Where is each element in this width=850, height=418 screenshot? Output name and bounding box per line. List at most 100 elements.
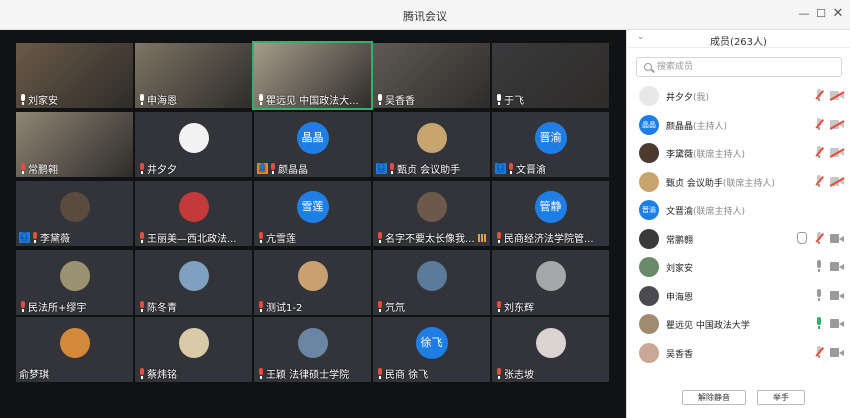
raise-hand-button[interactable]: 举手	[757, 390, 805, 405]
member-name-label: 吴香香	[666, 347, 693, 360]
camera-icon[interactable]	[830, 262, 844, 271]
search-input[interactable]	[657, 60, 837, 74]
participant-tile[interactable]: 蔡炜铭	[135, 317, 252, 382]
mic-muted-icon	[138, 301, 146, 312]
camera-icon[interactable]	[830, 319, 844, 328]
participant-name-label: 亢雪莲	[257, 231, 296, 244]
mic-muted-icon	[376, 301, 384, 312]
member-row[interactable]: 常鹏翱	[627, 225, 850, 253]
participant-name-label: 👤 李黛薇	[19, 231, 70, 244]
camera-off-icon[interactable]	[829, 148, 845, 158]
mic-muted-icon[interactable]	[815, 174, 824, 187]
participant-tile[interactable]: 于飞	[492, 43, 609, 108]
participant-name: 陈冬青	[147, 303, 177, 313]
participant-tile[interactable]: 👤 李黛薇	[16, 181, 133, 246]
participant-tile[interactable]: 井夕夕	[135, 112, 252, 177]
camera-icon[interactable]	[830, 290, 844, 300]
participant-name-label: 张志坡	[495, 367, 534, 380]
raised-hand-icon	[797, 231, 807, 244]
member-panel-header: ⌄ 成员(263人)	[627, 30, 850, 48]
participant-tile[interactable]: 氕氘	[373, 250, 490, 315]
mic-muted-icon	[495, 368, 503, 379]
participant-tile[interactable]: 👤 甄贞 会议助手	[373, 112, 490, 177]
member-row[interactable]: 刘家安	[627, 253, 850, 281]
mic-muted-icon	[19, 301, 27, 312]
mic-muted-icon[interactable]	[815, 146, 824, 158]
participant-name: 民法所+缪宇	[28, 303, 87, 313]
maximize-icon[interactable]: ☐	[813, 6, 829, 22]
participant-tile[interactable]: 民法所+缪宇	[16, 250, 133, 315]
member-search[interactable]	[636, 57, 842, 77]
participant-avatar	[178, 192, 209, 222]
participant-tile[interactable]: 雪莲亢雪莲	[254, 181, 371, 246]
mic-muted-icon[interactable]	[815, 89, 824, 101]
camera-icon[interactable]	[830, 347, 844, 357]
mic-muted-icon	[257, 368, 265, 379]
participant-tile[interactable]: 管静 民商经济法学院管...	[492, 181, 609, 246]
participant-tile[interactable]: 陈冬青	[135, 250, 252, 315]
participant-avatar: 晶晶	[296, 122, 329, 154]
participant-tile[interactable]: 徐飞 民商 徐飞	[373, 317, 490, 382]
participant-avatar	[59, 192, 90, 222]
participant-name-label: 于飞	[495, 93, 524, 106]
camera-off-icon[interactable]	[829, 176, 845, 186]
mic-muted-icon[interactable]	[815, 117, 824, 130]
participant-tile[interactable]: 名字不要太长像我...	[373, 181, 490, 246]
mic-muted-icon[interactable]	[815, 231, 824, 244]
participant-name: 甄贞 会议助手	[397, 165, 461, 175]
member-row[interactable]: 井夕夕(我)	[627, 82, 850, 110]
mic-muted-icon	[495, 301, 503, 312]
mic-muted-icon	[257, 232, 265, 243]
member-row[interactable]: 李黛薇(联席主持人)	[627, 139, 850, 167]
participant-tile[interactable]: 晋渝 👤 文晋渝	[492, 112, 609, 177]
participant-name-label: 👤 文晋渝	[495, 162, 546, 175]
camera-icon[interactable]	[830, 233, 844, 243]
participant-tile[interactable]: 刘东辉	[492, 250, 609, 315]
camera-off-icon[interactable]	[829, 91, 845, 101]
participant-avatar	[416, 261, 447, 291]
participant-tile[interactable]: 王颖 法律硕士学院	[254, 317, 371, 382]
close-icon[interactable]: ✕	[830, 6, 846, 22]
participant-tile[interactable]: 王丽美—西北政法...	[135, 181, 252, 246]
participant-name-label: 👤 甄贞 会议助手	[376, 162, 460, 175]
member-name-label: 颜晶晶(主持人)	[666, 119, 727, 132]
member-avatar	[639, 86, 659, 106]
participant-tile[interactable]: 俞梦琪	[16, 317, 133, 382]
participant-tile[interactable]: 晶晶 👤 颜晶晶	[254, 112, 371, 177]
participant-avatar: 雪莲	[296, 191, 329, 223]
mic-muted-icon	[138, 232, 146, 243]
participant-tile[interactable]: 测试1-2	[254, 250, 371, 315]
mic-icon[interactable]	[815, 317, 823, 329]
mic-icon[interactable]	[815, 260, 823, 272]
camera-off-icon[interactable]	[829, 119, 845, 129]
participant-name: 瞿远见 中国政法大...	[266, 96, 359, 106]
participant-tile[interactable]: 吴香香	[373, 43, 490, 108]
participant-tile[interactable]: 常鹏翱	[16, 112, 133, 177]
participant-avatar	[178, 123, 209, 153]
search-icon	[644, 63, 652, 71]
participant-tile[interactable]: 瞿远见 中国政法大...	[252, 41, 373, 110]
member-row[interactable]: 甄贞 会议助手(联席主持人)	[627, 168, 850, 196]
member-avatar: 晶晶	[639, 114, 659, 135]
member-avatar	[639, 228, 659, 249]
mic-muted-icon[interactable]	[815, 345, 824, 358]
member-name: 颜晶晶	[666, 121, 694, 132]
member-row[interactable]: 瞿远见 中国政法大学	[627, 310, 850, 338]
participant-name: 名字不要太长像我...	[385, 234, 475, 244]
participant-name-label: 刘家安	[19, 93, 58, 106]
participant-name: 亢雪莲	[266, 234, 296, 244]
mic-icon[interactable]	[815, 288, 823, 301]
minimize-icon[interactable]: —	[796, 6, 812, 22]
unmute-button[interactable]: 解除静音	[682, 390, 746, 405]
member-row[interactable]: 申海恩	[627, 282, 850, 310]
member-row[interactable]: 晶晶 颜晶晶(主持人)	[627, 111, 850, 139]
participant-name: 于飞	[504, 96, 524, 106]
member-row[interactable]: 吴香香	[627, 339, 850, 367]
mic-muted-icon	[507, 163, 515, 174]
participant-tile[interactable]: 申海恩	[135, 43, 252, 108]
member-row[interactable]: 晋渝 文晋渝(联席主持人)	[627, 196, 850, 224]
mic-muted-icon	[388, 163, 396, 174]
participant-tile[interactable]: 刘家安	[16, 43, 133, 108]
participant-tile[interactable]: 张志坡	[492, 317, 609, 382]
member-name: 文晋渝	[666, 207, 694, 217]
